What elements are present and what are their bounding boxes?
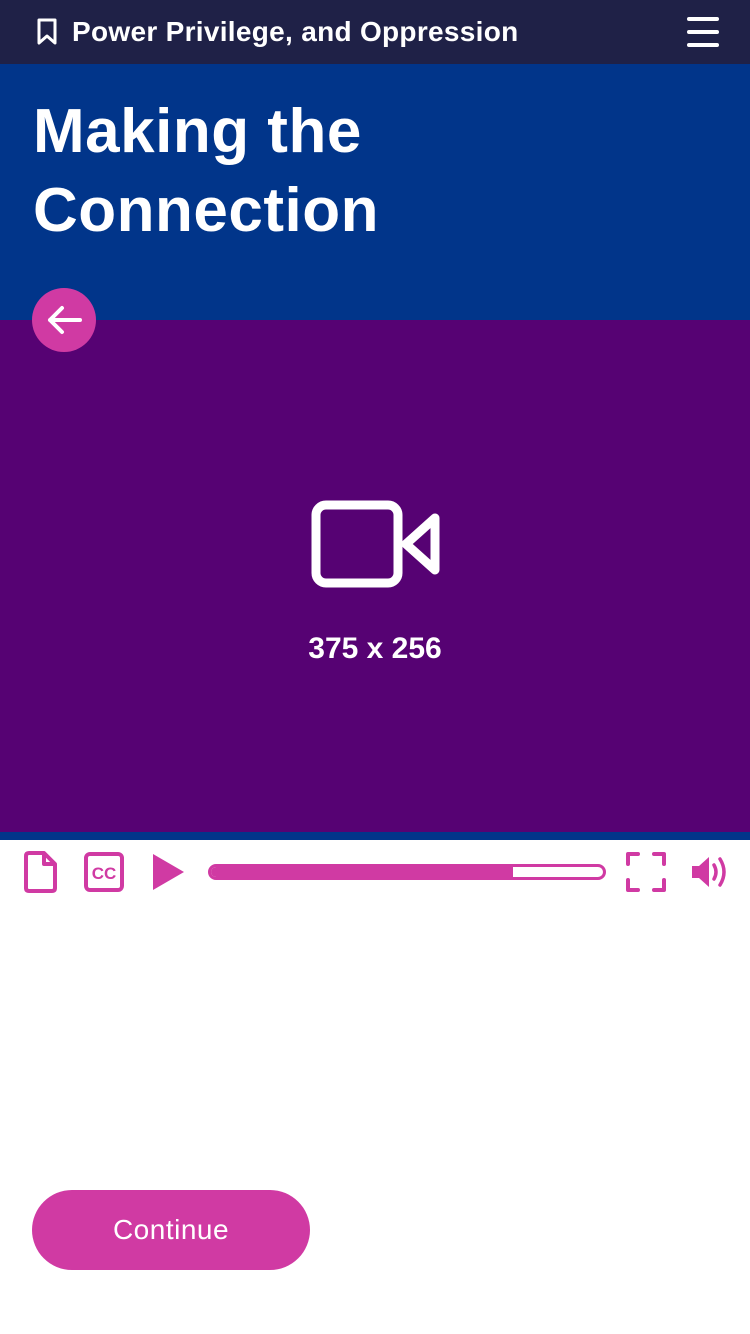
continue-button[interactable]: Continue [32, 1190, 310, 1270]
progress-fill [211, 867, 513, 877]
video-camera-icon [311, 500, 441, 588]
back-button[interactable] [32, 288, 96, 352]
arrow-left-icon [48, 306, 82, 334]
video-player[interactable]: 375 x 256 [0, 320, 750, 832]
closed-captions-icon[interactable]: CC [84, 852, 124, 892]
fullscreen-icon[interactable] [626, 852, 666, 892]
player-controls: CC [0, 840, 750, 904]
lesson-title: Making the Connection [33, 97, 379, 245]
course-title: Power Privilege, and Oppression [72, 16, 519, 47]
top-bar: Power Privilege, and Oppression [0, 0, 750, 64]
svg-text:CC: CC [92, 864, 117, 883]
play-icon[interactable] [150, 852, 186, 892]
bookmark-icon[interactable] [34, 17, 62, 47]
volume-icon[interactable] [690, 854, 730, 890]
hamburger-menu-icon[interactable] [684, 14, 722, 50]
lesson-hero: Making the Connection [0, 64, 750, 320]
progress-bar[interactable] [208, 864, 606, 880]
document-icon[interactable] [22, 850, 58, 894]
player-divider [0, 832, 750, 840]
video-size-label: 375 x 256 [308, 632, 442, 665]
